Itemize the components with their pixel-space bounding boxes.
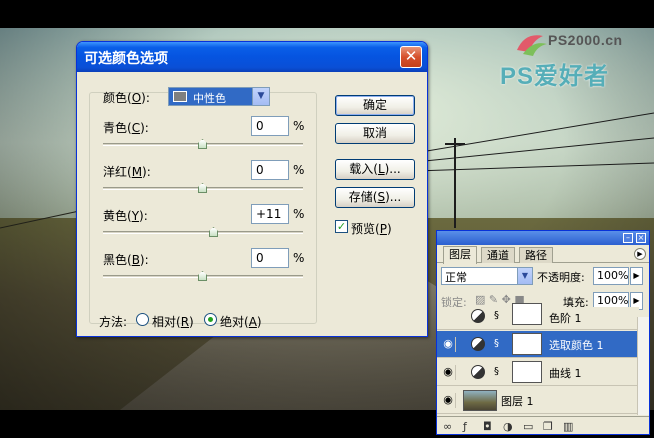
adjustment-layer-icon — [471, 365, 485, 379]
chevron-down-icon[interactable]: ▼ — [252, 88, 269, 105]
layers-panel: – × 图层 通道 路径 ▶ 正常 ▼ 不透明度: 100% ▶ 锁定: ▨ ✎… — [436, 230, 650, 435]
opacity-input[interactable]: 100% — [593, 267, 629, 285]
add-mask-icon[interactable]: ◘ — [483, 420, 492, 433]
cancel-button[interactable]: 取消 — [335, 123, 415, 144]
new-group-icon[interactable]: ▭ — [523, 420, 533, 433]
selective-color-dialog: 可选颜色选项 ✕ 颜色(O): 中性色 ▼ 青色(C): 0 % 洋红(M): … — [76, 41, 428, 337]
layer-mask-thumbnail — [512, 333, 542, 355]
lock-brush-icon[interactable]: ✎ — [489, 293, 498, 306]
layer-row-selective-color[interactable]: ◉ § 选取颜色 1 — [437, 331, 639, 358]
chevron-down-icon[interactable]: ▼ — [517, 268, 532, 284]
check-icon: ✓ — [336, 220, 347, 233]
tab-layers[interactable]: 图层 — [443, 246, 477, 264]
layers-panel-titlebar[interactable]: – × — [437, 231, 649, 245]
layers-tabs: 图层 通道 路径 ▶ — [437, 245, 649, 264]
trash-icon[interactable]: ▥ — [563, 420, 573, 433]
link-chain-icon: § — [494, 310, 499, 321]
layer-row-levels[interactable]: § 色阶 1 — [437, 303, 639, 330]
relative-radio[interactable] — [136, 313, 149, 326]
yellow-slider-track[interactable] — [103, 231, 303, 234]
yellow-percent: % — [293, 207, 305, 221]
watermark-name: PS爱好者 — [500, 63, 610, 90]
eye-icon[interactable]: ◉ — [441, 393, 456, 408]
watermark-site: PS2000.cn — [548, 32, 623, 48]
magenta-label: 洋红(M): — [103, 165, 151, 179]
opacity-arrow-icon[interactable]: ▶ — [630, 267, 643, 285]
layer-row-layer1[interactable]: ◉ 图层 1 — [437, 387, 639, 414]
opacity-label: 不透明度: — [537, 271, 585, 284]
colors-select-value: 中性色 — [193, 92, 226, 105]
relative-label[interactable]: 相对(R) — [152, 313, 194, 330]
layers-bottom-toolbar: ∞ ƒ ◘ ◑ ▭ ❐ ▥ — [437, 416, 649, 434]
cyan-label: 青色(C): — [103, 121, 149, 135]
cyan-input[interactable]: 0 — [251, 116, 289, 136]
layer-row-curves[interactable]: ◉ § 曲线 1 — [437, 359, 639, 386]
layer-name: 曲线 1 — [549, 367, 582, 380]
layer-name: 选取颜色 1 — [549, 339, 604, 352]
link-chain-icon: § — [494, 338, 499, 349]
load-button[interactable]: 载入(L)... — [335, 159, 415, 180]
adjustment-layer-icon — [471, 337, 485, 351]
tab-channels[interactable]: 通道 — [481, 247, 515, 263]
cyan-percent: % — [293, 119, 305, 133]
layer-style-icon[interactable]: ƒ — [463, 420, 467, 433]
colors-select[interactable]: 中性色 ▼ — [168, 87, 270, 106]
absolute-radio[interactable] — [204, 313, 217, 326]
close-icon[interactable]: × — [636, 233, 646, 243]
layer-name: 图层 1 — [501, 395, 534, 408]
yellow-input[interactable]: +11 — [251, 204, 289, 224]
close-button[interactable]: ✕ — [400, 46, 422, 68]
layer-name: 色阶 1 — [549, 312, 582, 325]
minimize-icon[interactable]: – — [623, 233, 633, 243]
lock-move-icon[interactable]: ✥ — [502, 293, 511, 306]
method-label: 方法: — [99, 315, 128, 329]
blend-mode-select[interactable]: 正常 ▼ — [441, 267, 533, 285]
tab-paths[interactable]: 路径 — [519, 247, 553, 263]
top-black-bar — [0, 0, 654, 28]
new-layer-icon[interactable]: ❐ — [543, 420, 553, 433]
layer-mask-thumbnail — [512, 361, 542, 383]
panel-menu-icon[interactable]: ▶ — [634, 248, 646, 260]
yellow-label: 黄色(Y): — [103, 209, 148, 223]
magenta-input[interactable]: 0 — [251, 160, 289, 180]
adjustment-layer-icon — [471, 309, 485, 323]
dialog-title: 可选颜色选项 — [84, 51, 168, 67]
save-button[interactable]: 存储(S)... — [335, 187, 415, 208]
preview-label[interactable]: 预览(P) — [351, 220, 392, 237]
layer-thumbnail — [463, 390, 497, 411]
neutral-swatch-icon — [173, 91, 187, 102]
link-chain-icon: § — [494, 366, 499, 377]
new-adjustment-icon[interactable]: ◑ — [503, 420, 513, 433]
eye-icon[interactable]: ◉ — [441, 365, 456, 380]
preview-checkbox[interactable]: ✓ — [335, 220, 348, 233]
magenta-percent: % — [293, 163, 305, 177]
black-label: 黑色(B): — [103, 253, 149, 267]
close-icon: ✕ — [404, 47, 418, 65]
blend-mode-value: 正常 — [445, 271, 467, 284]
lock-transparent-icon[interactable]: ▨ — [475, 293, 485, 306]
black-input[interactable]: 0 — [251, 248, 289, 268]
dialog-title-bar[interactable]: 可选颜色选项 ✕ — [77, 42, 427, 72]
colors-label: 颜色(O): — [103, 91, 150, 105]
eye-icon[interactable]: ◉ — [441, 337, 456, 352]
black-percent: % — [293, 251, 305, 265]
link-layers-icon[interactable]: ∞ — [443, 420, 452, 433]
layer-mask-thumbnail — [512, 303, 542, 325]
absolute-label[interactable]: 绝对(A) — [220, 313, 262, 330]
ok-button[interactable]: 确定 — [335, 95, 415, 116]
watermark-logo-icon — [517, 35, 547, 56]
layers-scrollbar[interactable] — [637, 317, 649, 415]
